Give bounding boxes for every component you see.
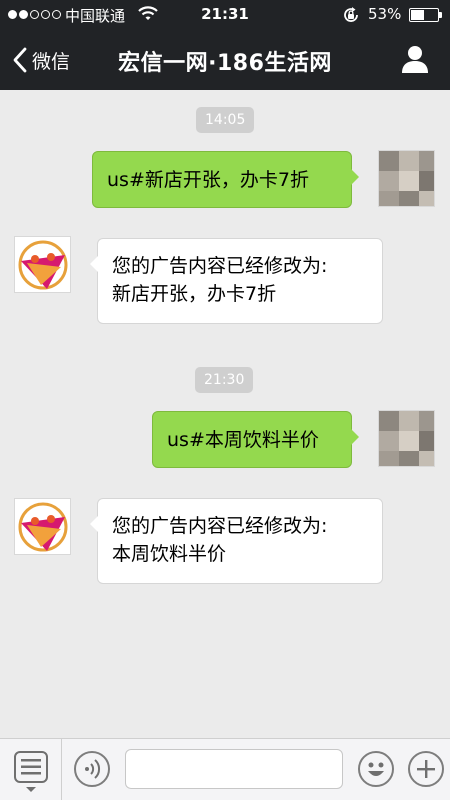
contact-avatar[interactable]	[14, 498, 71, 555]
contact-avatar[interactable]	[14, 236, 71, 293]
incoming-message[interactable]: 您的广告内容已经修改为: 本周饮料半价	[90, 498, 383, 584]
person-icon[interactable]	[400, 44, 430, 74]
navigation-bar: 微信 宏信一网·186生活网	[0, 30, 450, 90]
rotation-lock-icon	[344, 7, 358, 22]
battery-percentage: 53%	[368, 5, 402, 23]
contact-logo-icon	[18, 502, 68, 552]
add-button[interactable]	[408, 751, 444, 787]
menu-toggle-button[interactable]	[0, 739, 62, 800]
message-line: 新店开张，办卡7折	[112, 283, 277, 305]
my-avatar[interactable]	[378, 410, 435, 467]
timestamp: 14:05	[196, 107, 255, 133]
message-line: 您的广告内容已经修改为:	[112, 515, 328, 537]
voice-button[interactable]	[74, 751, 110, 787]
message-text: us#本周饮料半价	[167, 429, 319, 451]
chat-title: 宏信一网·186生活网	[118, 51, 332, 76]
menu-list-icon	[14, 751, 48, 792]
message-line: 本周饮料半价	[112, 543, 227, 565]
incoming-message[interactable]: 您的广告内容已经修改为: 新店开张，办卡7折	[90, 238, 383, 324]
voice-icon	[85, 759, 101, 779]
message-input[interactable]	[125, 749, 343, 789]
plus-icon	[417, 760, 435, 778]
input-bar	[0, 738, 450, 800]
message-line: 您的广告内容已经修改为:	[112, 255, 328, 277]
outgoing-message[interactable]: us#本周饮料半价	[152, 411, 359, 468]
emoji-icon	[368, 762, 384, 776]
timestamp: 21:30	[195, 367, 254, 393]
contact-logo-icon	[18, 240, 68, 290]
message-text: us#新店开张，办卡7折	[107, 169, 309, 191]
battery-icon	[409, 8, 442, 22]
emoji-button[interactable]	[358, 751, 394, 787]
my-avatar[interactable]	[378, 150, 435, 207]
outgoing-message[interactable]: us#新店开张，办卡7折	[92, 151, 359, 208]
top-bar: 中国联通 21:31 53% 微信 宏信一网·186生活网	[0, 0, 450, 90]
status-bar: 中国联通 21:31 53%	[0, 0, 450, 30]
chat-area[interactable]: 14:05 us#新店开张，办卡7折 您的广告内容已经修改为: 新店开张，办卡7…	[0, 90, 450, 738]
